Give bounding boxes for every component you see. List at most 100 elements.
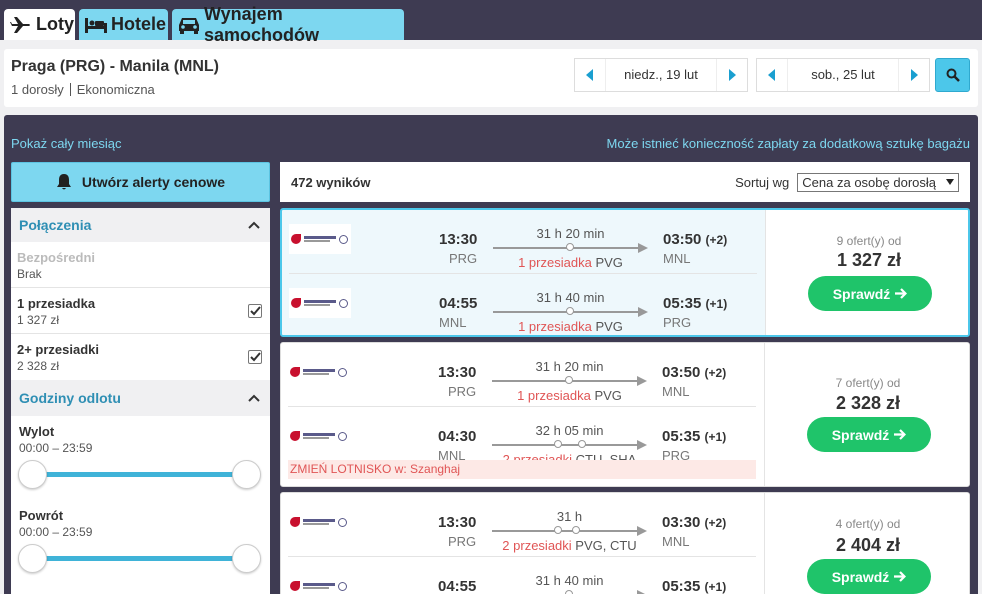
stops-info: 1 przesiadka PVG bbox=[483, 255, 658, 270]
search-button[interactable] bbox=[935, 58, 970, 92]
stop-dot bbox=[554, 526, 562, 534]
arrival-time: 05:35 (+1) bbox=[662, 578, 726, 594]
filter-one-stop[interactable]: 1 przesiadka 1 327 zł bbox=[11, 288, 270, 334]
return-leg: 04:55 MNL 31 h 40 min 1 przesiadka PVG 0… bbox=[289, 273, 757, 334]
chevron-up-icon bbox=[248, 221, 260, 229]
return-date[interactable]: sob., 25 lut bbox=[787, 59, 899, 91]
result-card[interactable]: 13:30 PRG 31 h 20 min 1 przesiadka PVG 0… bbox=[280, 342, 970, 487]
itinerary: 13:30 PRG 31 h 20 min 1 przesiadka PVG 0… bbox=[281, 343, 763, 467]
check-offer-label: Sprawdź bbox=[831, 568, 890, 585]
create-price-alert-label: Utwórz alerty cenowe bbox=[81, 174, 226, 190]
tab-car-rental[interactable]: Wynajem samochodów bbox=[172, 4, 404, 45]
check-offer-button[interactable]: Sprawdź bbox=[807, 417, 931, 452]
arrival-time-value: 03:50 bbox=[663, 231, 702, 248]
filter-direct: Bezpośredni Brak bbox=[11, 242, 270, 288]
search-icon bbox=[946, 68, 960, 82]
filter-one-stop-checkbox[interactable] bbox=[248, 304, 262, 318]
tab-hotels[interactable]: Hotele bbox=[79, 9, 168, 40]
stop-dot bbox=[566, 243, 574, 251]
return-leg: 04:30 MNL 32 h 05 min 2 przesiadki CTU, … bbox=[288, 406, 756, 467]
return-slider-min-handle[interactable] bbox=[18, 544, 47, 573]
cabin-class: Ekonomiczna bbox=[76, 82, 155, 97]
check-offer-label: Sprawdź bbox=[832, 285, 891, 302]
check-offer-button[interactable]: Sprawdź bbox=[807, 559, 931, 594]
return-prev-day-button[interactable] bbox=[757, 59, 787, 91]
sort-label: Sortuj wg bbox=[735, 174, 790, 190]
departure-airport: PRG bbox=[448, 534, 477, 549]
arrival-time-value: 05:35 bbox=[663, 295, 702, 312]
departure-time: 13:30 bbox=[439, 231, 478, 248]
chevron-up-icon bbox=[248, 394, 260, 402]
outbound-leg: 13:30 PRG 31 h 2 przesiadki PVG, CTU 03:… bbox=[281, 493, 763, 556]
stop-dot bbox=[554, 440, 562, 448]
filter-one-stop-label: 1 przesiadka bbox=[17, 296, 96, 311]
departure-slider-max-handle[interactable] bbox=[232, 460, 261, 489]
departure-time-range: 00:00 – 23:59 bbox=[19, 441, 93, 455]
departure-airport: PRG bbox=[449, 251, 478, 266]
departure-times-title: Godziny odlotu bbox=[19, 390, 121, 406]
price: 2 404 zł bbox=[835, 535, 901, 555]
return-next-day-button[interactable] bbox=[899, 59, 929, 91]
return-time-slider[interactable] bbox=[33, 556, 248, 561]
return-time-label: Powrót bbox=[19, 508, 64, 523]
offers-count: 9 ofert(y) od bbox=[836, 234, 902, 248]
connections-header[interactable]: Połączenia bbox=[11, 208, 270, 242]
day-offset: (+2) bbox=[705, 233, 728, 247]
dropdown-arrow-icon bbox=[946, 179, 954, 185]
depart-next-day-button[interactable] bbox=[717, 59, 747, 91]
passenger-count: 1 dorosły bbox=[11, 82, 64, 97]
result-card[interactable]: 13:30 PRG 31 h 2 przesiadki PVG, CTU 03:… bbox=[280, 492, 970, 594]
depart-prev-day-button[interactable] bbox=[575, 59, 605, 91]
create-price-alert-button[interactable]: Utwórz alerty cenowe bbox=[11, 162, 270, 202]
check-offer-button[interactable]: Sprawdź bbox=[808, 276, 932, 311]
departure-time: 13:30 bbox=[438, 514, 477, 531]
flight-duration: 31 h bbox=[556, 509, 583, 524]
departure-airport: PRG bbox=[448, 384, 477, 399]
china-eastern-logo bbox=[288, 507, 350, 537]
filter-two-plus-stops-checkbox[interactable] bbox=[248, 350, 262, 364]
show-month-link[interactable]: Pokaż cały miesiąc bbox=[11, 136, 122, 151]
baggage-notice-link[interactable]: Może istnieć konieczność zapłaty za doda… bbox=[607, 136, 970, 151]
departure-time-label: Wylot bbox=[19, 424, 55, 439]
stops-info: 1 przesiadka PVG bbox=[482, 388, 657, 403]
arrow-right-icon bbox=[894, 571, 907, 582]
route-line bbox=[492, 526, 647, 536]
offers-count: 7 ofert(y) od bbox=[835, 376, 901, 390]
stops-info: 1 przesiadka PVG bbox=[483, 319, 658, 334]
arrival-time-value: 05:35 bbox=[662, 578, 701, 594]
stop-dot bbox=[565, 376, 573, 384]
passenger-info: 1 dorosły Ekonomiczna bbox=[11, 82, 155, 97]
result-card[interactable]: 13:30 PRG 31 h 20 min 1 przesiadka PVG 0… bbox=[280, 208, 970, 337]
departure-time-slider[interactable] bbox=[33, 472, 248, 477]
arrival-time-value: 05:35 bbox=[662, 428, 701, 445]
filter-two-plus-stops-price: 2 328 zł bbox=[17, 359, 60, 373]
filters-sidebar: Połączenia Bezpośredni Brak 1 przesiadka… bbox=[11, 208, 270, 594]
arrival-time: 03:30 (+2) bbox=[662, 514, 726, 531]
return-leg: 04:55 31 h 40 min 05:35 (+1) bbox=[288, 556, 756, 594]
divider bbox=[69, 83, 71, 96]
flight-duration: 31 h 40 min bbox=[536, 290, 605, 305]
route-title: Praga (PRG) - Manila (MNL) bbox=[11, 58, 220, 75]
top-nav: Loty Hotele Wynajem samochodów bbox=[0, 0, 982, 45]
departure-slider-min-handle[interactable] bbox=[18, 460, 47, 489]
departure-times-header[interactable]: Godziny odlotu bbox=[11, 380, 270, 416]
sort-select[interactable]: Cena za osobę dorosłą bbox=[797, 172, 959, 192]
arrival-time: 05:35 (+1) bbox=[662, 428, 726, 445]
connections-title: Połączenia bbox=[19, 217, 92, 233]
checkmark-icon bbox=[249, 306, 261, 316]
caret-right-icon bbox=[911, 69, 918, 81]
tab-hotels-label: Hotele bbox=[111, 14, 167, 34]
stops-count: 1 przesiadka bbox=[518, 255, 592, 270]
china-eastern-logo bbox=[289, 224, 351, 254]
tab-flights[interactable]: Loty bbox=[4, 9, 75, 40]
china-eastern-logo bbox=[289, 288, 351, 318]
stops-count: 1 przesiadka bbox=[517, 388, 591, 403]
arrival-airport: MNL bbox=[662, 534, 690, 549]
price: 2 328 zł bbox=[835, 393, 901, 413]
arrival-airport: PRG bbox=[663, 315, 692, 330]
filter-two-plus-stops[interactable]: 2+ przesiadki 2 328 zł bbox=[11, 334, 270, 380]
return-slider-max-handle[interactable] bbox=[232, 544, 261, 573]
china-eastern-logo bbox=[288, 421, 350, 451]
depart-date[interactable]: niedz., 19 lut bbox=[605, 59, 717, 91]
results-header: 472 wyników Sortuj wg Cena za osobę doro… bbox=[280, 162, 970, 202]
